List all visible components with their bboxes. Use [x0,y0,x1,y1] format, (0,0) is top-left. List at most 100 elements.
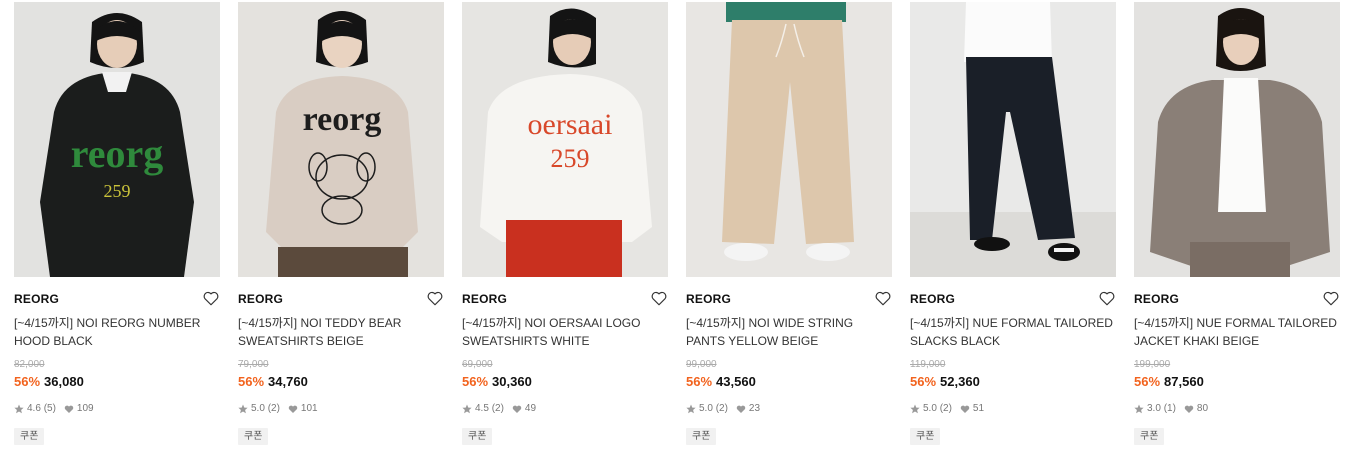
review-count: (2) [715,403,728,414]
heart-small-icon [288,404,298,414]
star-icon [910,404,920,414]
discount-rate: 56% [686,374,713,389]
price-row: 56% 87,560 [1134,374,1204,389]
rating: 3.0 [1147,403,1161,414]
original-price: 69,000 [462,359,493,370]
rating: 5.0 [923,403,937,414]
product-photo: reorg 259 [14,2,220,277]
product-card[interactable]: oersaai 259 REORG [~4/15까지] NOI OERSAAI … [462,2,668,460]
product-name[interactable]: [~4/15까지] NUE FORMAL TAILORED JACKET KHA… [1134,314,1340,350]
product-meta: 5.0 (2) 101 [238,403,318,414]
heart-icon[interactable] [1322,289,1340,307]
coupon-badge: 쿠폰 [14,428,45,445]
coupon-badge: 쿠폰 [238,428,269,445]
product-image[interactable]: reorg 259 [14,2,220,277]
price-row: 56% 30,360 [462,374,532,389]
brand-name[interactable]: REORG [686,292,731,306]
print-text: reorg [303,101,382,138]
heart-icon[interactable] [650,289,668,307]
rating: 5.0 [251,403,265,414]
heart-icon[interactable] [1098,289,1116,307]
original-price: 119,000 [910,359,946,370]
product-photo: oersaai 259 [462,2,668,277]
heart-icon[interactable] [202,289,220,307]
print-subtext: 259 [551,144,590,173]
like-count: 109 [76,403,94,414]
sale-price: 34,760 [268,374,308,389]
product-image[interactable] [686,2,892,277]
coupon-badge: 쿠폰 [686,428,717,445]
print-text: reorg [71,131,164,176]
brand-name[interactable]: REORG [1134,292,1179,306]
review-count: (2) [267,403,280,414]
product-name[interactable]: [~4/15까지] NUE FORMAL TAILORED SLACKS BLA… [910,314,1116,350]
sale-price: 43,560 [716,374,756,389]
coupon-badge: 쿠폰 [910,428,941,445]
price-row: 56% 36,080 [14,374,84,389]
like-count: 23 [748,403,761,414]
review-count: (5) [43,403,56,414]
product-photo [1134,2,1340,277]
product-name[interactable]: [~4/15까지] NOI OERSAAI LOGO SWEATSHIRTS W… [462,314,668,350]
star-icon [686,404,696,414]
product-card[interactable]: reorg 259 REORG [~4/15까지] NOI REORG NUMB… [14,2,220,460]
heart-small-icon [960,404,970,414]
coupon-badge: 쿠폰 [1134,428,1165,445]
product-name[interactable]: [~4/15까지] NOI REORG NUMBER HOOD BLACK [14,314,220,350]
heart-icon[interactable] [426,289,444,307]
heart-small-icon [512,404,522,414]
heart-small-icon [64,404,74,414]
brand-name[interactable]: REORG [910,292,955,306]
original-price: 199,000 [1134,359,1171,370]
coupon-badge: 쿠폰 [462,428,493,445]
product-photo [910,2,1116,277]
star-icon [462,404,472,414]
discount-rate: 56% [1134,374,1161,389]
sale-price: 36,080 [44,374,84,389]
product-name[interactable]: [~4/15까지] NOI WIDE STRING PANTS YELLOW B… [686,314,892,350]
product-meta: 5.0 (2) 23 [686,403,760,414]
product-image[interactable] [910,2,1116,277]
discount-rate: 56% [14,374,41,389]
product-card[interactable]: REORG [~4/15까지] NUE FORMAL TAILORED JACK… [1134,2,1340,460]
product-card[interactable]: REORG [~4/15까지] NUE FORMAL TAILORED SLAC… [910,2,1116,460]
product-meta: 3.0 (1) 80 [1134,403,1208,414]
like-count: 80 [1196,403,1209,414]
product-card[interactable]: REORG [~4/15까지] NOI WIDE STRING PANTS YE… [686,2,892,460]
product-image[interactable] [1134,2,1340,277]
original-price: 79,000 [238,359,269,370]
product-meta: 4.5 (2) 49 [462,403,536,414]
rating: 4.6 [27,403,41,414]
product-card[interactable]: reorg REORG [~4/15까지] NOI TEDDY BEAR SWE… [238,2,444,460]
heart-small-icon [736,404,746,414]
sale-price: 52,360 [940,374,980,389]
star-icon [1134,404,1144,414]
rating: 5.0 [699,403,713,414]
discount-rate: 56% [238,374,265,389]
review-count: (2) [939,403,952,414]
heart-small-icon [1184,404,1194,414]
discount-rate: 56% [462,374,489,389]
like-count: 51 [972,403,985,414]
brand-name[interactable]: REORG [14,292,59,306]
sale-price: 30,360 [492,374,532,389]
product-meta: 5.0 (2) 51 [910,403,984,414]
sale-price: 87,560 [1164,374,1204,389]
product-grid: reorg 259 REORG [~4/15까지] NOI REORG NUMB… [0,0,1349,463]
brand-name[interactable]: REORG [462,292,507,306]
original-price: 99,000 [686,359,717,370]
price-row: 56% 34,760 [238,374,308,389]
price-row: 56% 43,560 [686,374,756,389]
product-photo [686,2,892,277]
like-count: 49 [524,403,537,414]
price-row: 56% 52,360 [910,374,980,389]
product-image[interactable]: oersaai 259 [462,2,668,277]
review-count: (2) [491,403,504,414]
product-name[interactable]: [~4/15까지] NOI TEDDY BEAR SWEATSHIRTS BEI… [238,314,444,350]
product-image[interactable]: reorg [238,2,444,277]
print-text: oersaai [528,108,613,141]
rating: 4.5 [475,403,489,414]
brand-name[interactable]: REORG [238,292,283,306]
heart-icon[interactable] [874,289,892,307]
star-icon [238,404,248,414]
